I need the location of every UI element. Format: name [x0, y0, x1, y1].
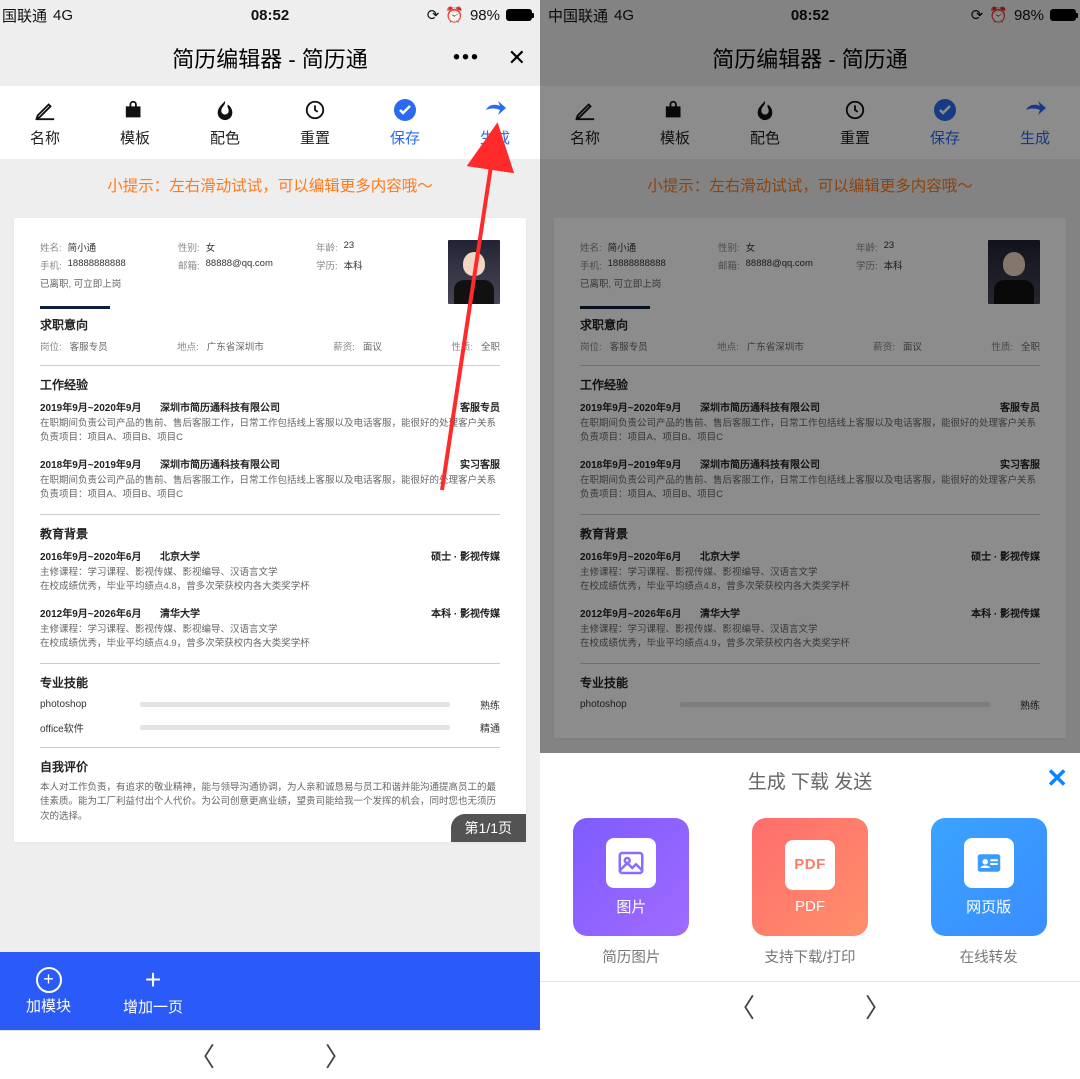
section-work: 工作经验 2019年9月~2020年9月深圳市简历通科技有限公司客服专员在职期间…: [40, 365, 500, 502]
nav-arrows: 〈 〉: [0, 1030, 540, 1079]
check-circle-icon: [392, 97, 418, 123]
pdf-icon: PDF: [785, 840, 835, 890]
tool-template[interactable]: 模板: [90, 86, 180, 159]
nav-back-icon[interactable]: 〈: [189, 1037, 215, 1074]
tool-generate[interactable]: 生成: [450, 86, 540, 159]
page-badge: 第1/1页: [451, 814, 526, 842]
lock-rotate-icon: ⟳: [427, 6, 440, 24]
battery-icon: [506, 9, 532, 21]
section-intent: 求职意向 岗位:客服专员 地点:广东省深圳市 薪资:面议 性质:全职: [40, 316, 500, 353]
export-image-card[interactable]: 图片 简历图片: [571, 818, 691, 967]
status-bar: 国联通 4G 08:52 ⟳ ⏰ 98%: [0, 0, 540, 30]
network-label: 4G: [53, 7, 73, 24]
image-icon: [606, 838, 656, 888]
nav-forward-icon[interactable]: 〉: [325, 1037, 351, 1074]
flame-icon: [212, 97, 238, 123]
section-skills: 专业技能 photoshop熟练 office软件精通: [40, 663, 500, 735]
tool-save[interactable]: 保存: [360, 86, 450, 159]
screen-left: 国联通 4G 08:52 ⟳ ⏰ 98% 简历编辑器 - 简历通 ••• ✕ 名…: [0, 0, 540, 1030]
profile-card-icon: [964, 838, 1014, 888]
tip-text: 小提示：左右滑动试试，可以编辑更多内容哦～: [0, 160, 540, 218]
share-icon: [482, 97, 508, 123]
alarm-icon: ⏰: [445, 6, 464, 24]
nav-forward-icon[interactable]: 〉: [865, 988, 891, 1025]
nav-bar: 简历编辑器 - 简历通 ••• ✕: [0, 30, 540, 86]
clock-icon: [302, 97, 328, 123]
section-self: 自我评价 本人对工作负责，有追求的敬业精神，能与领导沟通协调，为人亲和诚恳易与员…: [40, 747, 500, 824]
page-title: 简历编辑器 - 简历通: [172, 42, 368, 74]
nav-arrows: 〈 〉: [540, 981, 1080, 1030]
battery-pct: 98%: [470, 7, 500, 24]
tool-reset[interactable]: 重置: [270, 86, 360, 159]
bag-icon: [122, 97, 148, 123]
toolbar: 名称 模板 配色 重置 保存 生成: [0, 86, 540, 160]
add-module-button[interactable]: + 加模块: [0, 967, 97, 1016]
export-pdf-card[interactable]: PDF PDF 支持下载/打印: [750, 818, 870, 967]
export-sheet: 生成 下载 发送 ✕ 图片 简历图片 PDF PDF 支持下载/打印: [540, 753, 1080, 1030]
resume-photo: [448, 240, 500, 304]
add-page-button[interactable]: + 增加一页: [97, 966, 209, 1017]
plus-icon: +: [145, 966, 161, 994]
carrier-label: 国联通: [2, 5, 47, 26]
plus-circle-icon: +: [36, 967, 62, 993]
nav-back-icon[interactable]: 〈: [729, 988, 755, 1025]
sheet-close-icon[interactable]: ✕: [1046, 763, 1068, 794]
close-icon[interactable]: ✕: [508, 45, 526, 71]
pencil-icon: [32, 97, 58, 123]
resume-preview[interactable]: 姓名:简小通 性别:女 年龄:23 手机:18888888888 邮箱:8888…: [0, 218, 540, 952]
screen-right: 中国联通 4G 08:52 ⟳ ⏰ 98% 简历编辑器 - 简历通 名称 模板 …: [540, 0, 1080, 1030]
section-education: 教育背景 2016年9月~2020年6月北京大学硕士 · 影视传媒主修课程：学习…: [40, 514, 500, 651]
tool-color[interactable]: 配色: [180, 86, 270, 159]
more-icon[interactable]: •••: [453, 47, 480, 70]
tool-name[interactable]: 名称: [0, 86, 90, 159]
add-bar: + 加模块 + 增加一页: [0, 952, 540, 1030]
export-web-card[interactable]: 网页版 在线转发: [929, 818, 1049, 967]
sheet-title: 生成 下载 发送 ✕: [540, 753, 1080, 812]
resume-document: 姓名:简小通 性别:女 年龄:23 手机:18888888888 邮箱:8888…: [14, 218, 526, 842]
